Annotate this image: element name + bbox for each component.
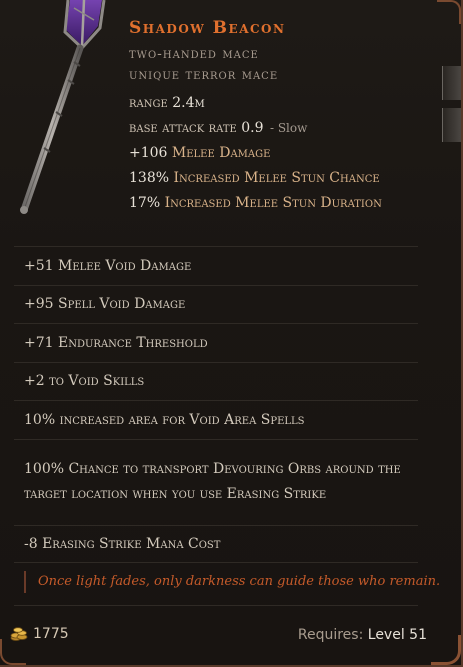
requires-level: Level 51 [367, 627, 427, 643]
implicit-stat: +106 Melee Damage [129, 141, 382, 166]
attack-rate-label: base attack rate [129, 120, 237, 136]
gold-coins-icon [10, 627, 28, 641]
affix-list: +51 Melee Void Damage +95 Spell Void Dam… [14, 246, 418, 563]
implicit-label: Increased Melee Stun Duration [164, 195, 382, 211]
level-requirement: Requires: Level 51 [298, 627, 427, 643]
flavor-text: Once light fades, only darkness can guid… [24, 571, 440, 593]
frame-corner-bottom-right [431, 635, 461, 665]
frame-corner-bottom-left [0, 639, 26, 665]
range-label: range [129, 95, 168, 111]
attack-rate-stat: base attack rate 0.9 - Slow [129, 116, 382, 141]
item-subtype: two-handed mace [129, 46, 259, 62]
item-name: Shadow Beacon [129, 18, 286, 38]
range-stat: range 2.4m [129, 91, 382, 116]
range-value: 2.4m [172, 95, 205, 111]
affix-line: +71 Endurance Threshold [14, 323, 418, 362]
implicit-value: 138% [129, 170, 170, 186]
base-stats: range 2.4m base attack rate 0.9 - Slow +… [129, 91, 382, 216]
affix-line: +2 to Void Skills [14, 361, 418, 401]
implicit-value: 17% [129, 195, 161, 211]
gold-amount: 1775 [33, 626, 69, 642]
adjacent-panel-edge [442, 66, 461, 100]
requires-label: Requires: [297, 627, 364, 643]
implicit-stat: 17% Increased Melee Stun Duration [129, 191, 382, 216]
adjacent-panel-edge [442, 108, 461, 142]
affix-line: -8 Erasing Strike Mana Cost [14, 524, 418, 563]
affix-line: +95 Spell Void Damage [14, 284, 418, 324]
affix-line: 10% increased area for Void Area Spells [14, 400, 418, 439]
item-header: Shadow Beacon two-handed mace unique ter… [129, 18, 285, 86]
footer-divider [14, 605, 418, 606]
attack-rate-value: 0.9 [241, 120, 264, 136]
staff-mace-icon [20, 0, 106, 214]
affix-line: +51 Melee Void Damage [14, 246, 418, 285]
implicit-label: Increased Melee Stun Chance [173, 170, 380, 186]
gold-value: 1775 [10, 626, 69, 642]
item-tooltip: Shadow Beacon two-handed mace unique ter… [0, 0, 463, 667]
implicit-value: +106 [129, 145, 168, 161]
implicit-stat: 138% Increased Melee Stun Chance [129, 166, 382, 191]
affix-line-unique-effect: 100% Chance to transport Devouring Orbs … [14, 438, 418, 525]
implicit-label: Melee Damage [171, 145, 271, 161]
attack-speed-tag: - Slow [269, 121, 308, 135]
item-rarity: unique terror mace [129, 67, 279, 83]
frame-corner-top-right [437, 0, 461, 24]
